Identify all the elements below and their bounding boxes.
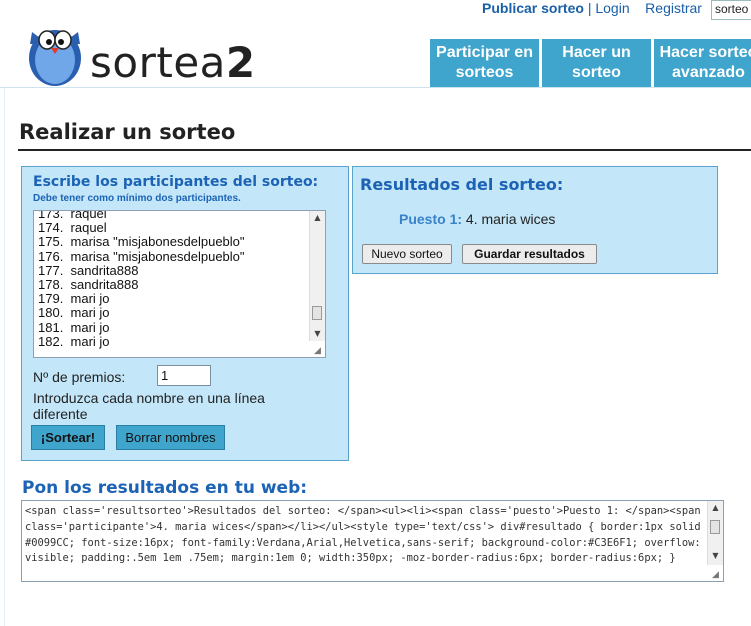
page-left-rule <box>4 88 5 626</box>
participants-note: Debe tener como mínimo dos participantes… <box>33 193 241 204</box>
nav-sorteo-avanzado[interactable]: Hacer sorteo avanzado <box>654 39 751 87</box>
nav-hacer-sorteo[interactable]: Hacer un sorteo <box>542 39 651 87</box>
participants-scrollbar[interactable]: ▲ ▼ <box>309 211 325 341</box>
site-header: sortea2 Publicar sorteo | Login Registra… <box>0 0 751 90</box>
nav-hacer-line1: Hacer un <box>562 44 631 61</box>
scroll-thumb[interactable] <box>312 306 322 320</box>
save-results-button[interactable]: Guardar resultados <box>462 244 597 264</box>
instructions-text: Introduzca cada nombre en una línea dife… <box>33 390 265 422</box>
nav-participar-line1: Participar en <box>436 44 533 61</box>
scroll-down-arrow-icon[interactable]: ▼ <box>708 549 723 563</box>
site-name-plain: sortea <box>90 38 226 87</box>
header-divider <box>0 87 751 88</box>
embed-code: <span class='resultsorteo'>Resultados de… <box>25 505 707 565</box>
prizes-input[interactable]: 1 <box>157 365 211 386</box>
nav-participar[interactable]: Participar en sorteos <box>430 39 539 87</box>
new-draw-button[interactable]: Nuevo sorteo <box>362 244 452 264</box>
nav-avanzado-line1: Hacer sorteo <box>659 44 751 61</box>
result-position: Puesto 1: <box>399 211 463 227</box>
embed-code-textarea[interactable]: <span class='resultsorteo'>Resultados de… <box>21 500 724 582</box>
nav-avanzado-line2: avanzado <box>672 64 745 81</box>
resize-grip-icon[interactable]: ◢ <box>314 346 324 356</box>
site-name-bold: 2 <box>225 38 256 87</box>
participant-entry: 179. mari jo <box>38 291 110 307</box>
participant-entry: 178. sandrita888 <box>38 276 139 292</box>
embed-code-scrollbar[interactable]: ▲ ▼ <box>707 501 723 565</box>
results-heading: Resultados del sorteo: <box>360 175 564 194</box>
page-title: Realizar un sorteo <box>19 120 236 144</box>
nav-participar-line2: sorteos <box>455 64 514 81</box>
scroll-thumb[interactable] <box>710 520 720 534</box>
nav-hacer-line2: sorteo <box>572 64 621 81</box>
participants-textarea[interactable]: 173. raquel 174. raquel 175. marisa "mis… <box>33 210 326 358</box>
results-panel: Resultados del sorteo: Puesto 1: 4. mari… <box>352 166 718 274</box>
participant-entry: 177. sandrita888 <box>38 262 139 278</box>
search-input[interactable]: sorteo <box>711 0 751 20</box>
participant-entry: 182. mari jo <box>38 333 110 349</box>
embed-heading: Pon los resultados en tu web: <box>22 478 308 498</box>
publish-sorteo-link[interactable]: Publicar sorteo <box>482 0 584 16</box>
participant-entry: 180. mari jo <box>38 305 110 321</box>
participants-list: 173. raquel 174. raquel 175. marisa "mis… <box>34 211 309 349</box>
result-winner: 4. maria wices <box>465 211 556 227</box>
participants-heading: Escribe los participantes del sorteo: <box>33 174 319 190</box>
participant-entry: 174. raquel <box>38 220 107 236</box>
draw-button[interactable]: ¡Sortear! <box>31 425 105 450</box>
scroll-up-arrow-icon[interactable]: ▲ <box>310 211 325 225</box>
scroll-down-arrow-icon[interactable]: ▼ <box>310 327 325 341</box>
penguin-logo-icon <box>29 30 81 86</box>
login-link[interactable]: Login <box>595 0 629 16</box>
participant-entry: 181. mari jo <box>38 319 110 335</box>
top-links: Publicar sorteo | Login Registrar <box>482 0 702 16</box>
resize-grip-icon[interactable]: ◢ <box>712 570 722 580</box>
site-name[interactable]: sortea2 <box>90 38 256 87</box>
register-link[interactable]: Registrar <box>645 0 702 16</box>
link-separator: | <box>587 0 592 16</box>
scroll-up-arrow-icon[interactable]: ▲ <box>708 501 723 515</box>
site-logo[interactable] <box>22 14 88 92</box>
prizes-label: Nº de premios: <box>33 369 126 385</box>
participants-panel: Escribe los participantes del sorteo: De… <box>21 166 349 461</box>
participant-entry: 175. marisa "misjabonesdelpueblo" <box>38 234 245 250</box>
clear-names-button[interactable]: Borrar nombres <box>116 425 225 450</box>
result-item: Puesto 1: 4. maria wices <box>399 211 555 227</box>
title-divider <box>18 149 751 151</box>
participant-entry: 176. marisa "misjabonesdelpueblo" <box>38 248 245 264</box>
